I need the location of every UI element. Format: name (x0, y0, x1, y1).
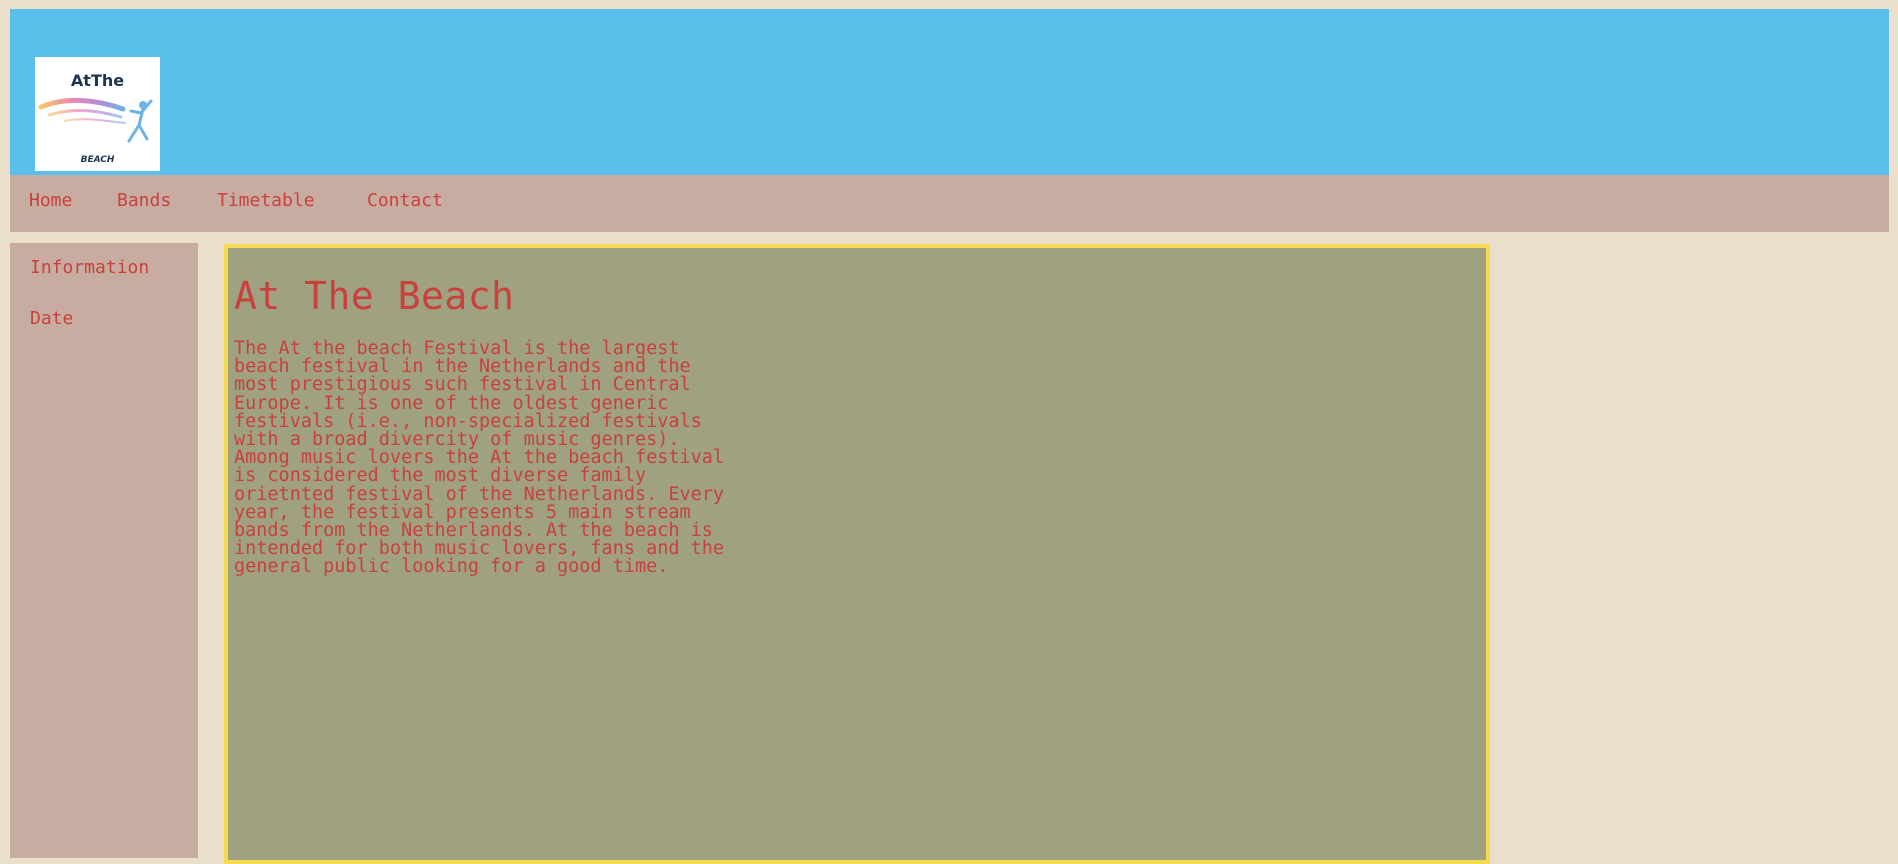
nav-item-bands[interactable]: Bands (117, 190, 171, 211)
nav-item-contact[interactable]: Contact (367, 190, 443, 211)
intro-paragraph: The At the beach Festival is the largest… (234, 338, 725, 578)
nav-item-timetable[interactable]: Timetable (217, 190, 315, 211)
sidebar-item-information[interactable]: Information (30, 257, 149, 278)
logo-wordmark-bottom: BEACH (80, 155, 115, 165)
site-header: AtThe BEACH (10, 9, 1889, 175)
page-title: At The Beach (234, 274, 515, 318)
main-content: At The Beach The At the beach Festival i… (224, 244, 1490, 864)
logo-wordmark-top: AtThe (70, 71, 125, 90)
site-logo[interactable]: AtThe BEACH (35, 57, 160, 171)
sidebar: Information Date (10, 243, 198, 858)
nav-item-home[interactable]: Home (29, 190, 72, 211)
sidebar-item-date[interactable]: Date (30, 308, 73, 329)
top-navigation: Home Bands Timetable Contact (10, 175, 1889, 232)
